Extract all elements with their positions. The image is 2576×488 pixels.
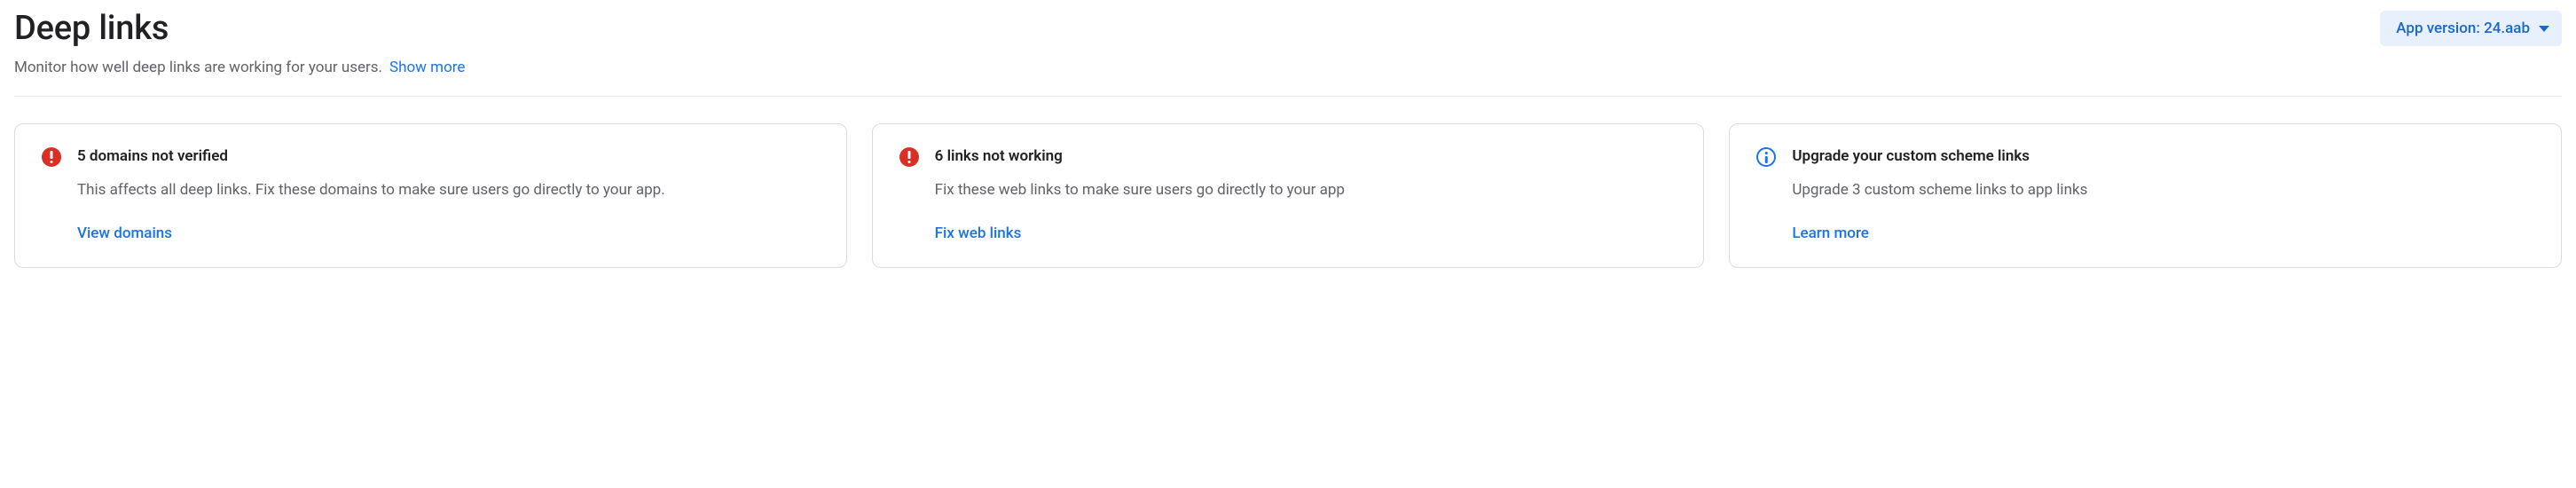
card-title: 5 domains not verified [77, 147, 820, 165]
page-subtitle: Monitor how well deep links are working … [14, 59, 382, 76]
card-title: 6 links not working [935, 147, 1677, 165]
card-links-not-working: 6 links not working Fix these web links … [872, 123, 1705, 268]
info-icon [1756, 147, 1776, 167]
learn-more-link[interactable]: Learn more [1792, 224, 2534, 242]
cards-container: 5 domains not verified This affects all … [14, 123, 2562, 268]
card-icon [42, 147, 61, 242]
card-description: Fix these web links to make sure users g… [935, 179, 1677, 201]
error-icon [42, 147, 61, 167]
page-title: Deep links [14, 9, 169, 48]
app-version-label: App version: 24.aab [2396, 20, 2530, 37]
card-domains-not-verified: 5 domains not verified This affects all … [14, 123, 847, 268]
view-domains-link[interactable]: View domains [77, 224, 820, 242]
card-title: Upgrade your custom scheme links [1792, 147, 2534, 165]
fix-web-links-link[interactable]: Fix web links [935, 224, 1677, 242]
header-row: Deep links App version: 24.aab [14, 9, 2562, 48]
divider [14, 96, 2562, 97]
card-icon [1756, 147, 1776, 242]
error-icon [899, 147, 919, 167]
card-body: Upgrade your custom scheme links Upgrade… [1792, 147, 2534, 242]
card-description: This affects all deep links. Fix these d… [77, 179, 820, 201]
subtitle-row: Monitor how well deep links are working … [14, 59, 2562, 76]
app-version-selector[interactable]: App version: 24.aab [2380, 11, 2562, 46]
chevron-down-icon [2539, 26, 2549, 32]
card-body: 5 domains not verified This affects all … [77, 147, 820, 242]
card-icon [899, 147, 919, 242]
show-more-link[interactable]: Show more [389, 59, 465, 76]
card-body: 6 links not working Fix these web links … [935, 147, 1677, 242]
card-upgrade-scheme-links: Upgrade your custom scheme links Upgrade… [1729, 123, 2562, 268]
card-description: Upgrade 3 custom scheme links to app lin… [1792, 179, 2534, 201]
